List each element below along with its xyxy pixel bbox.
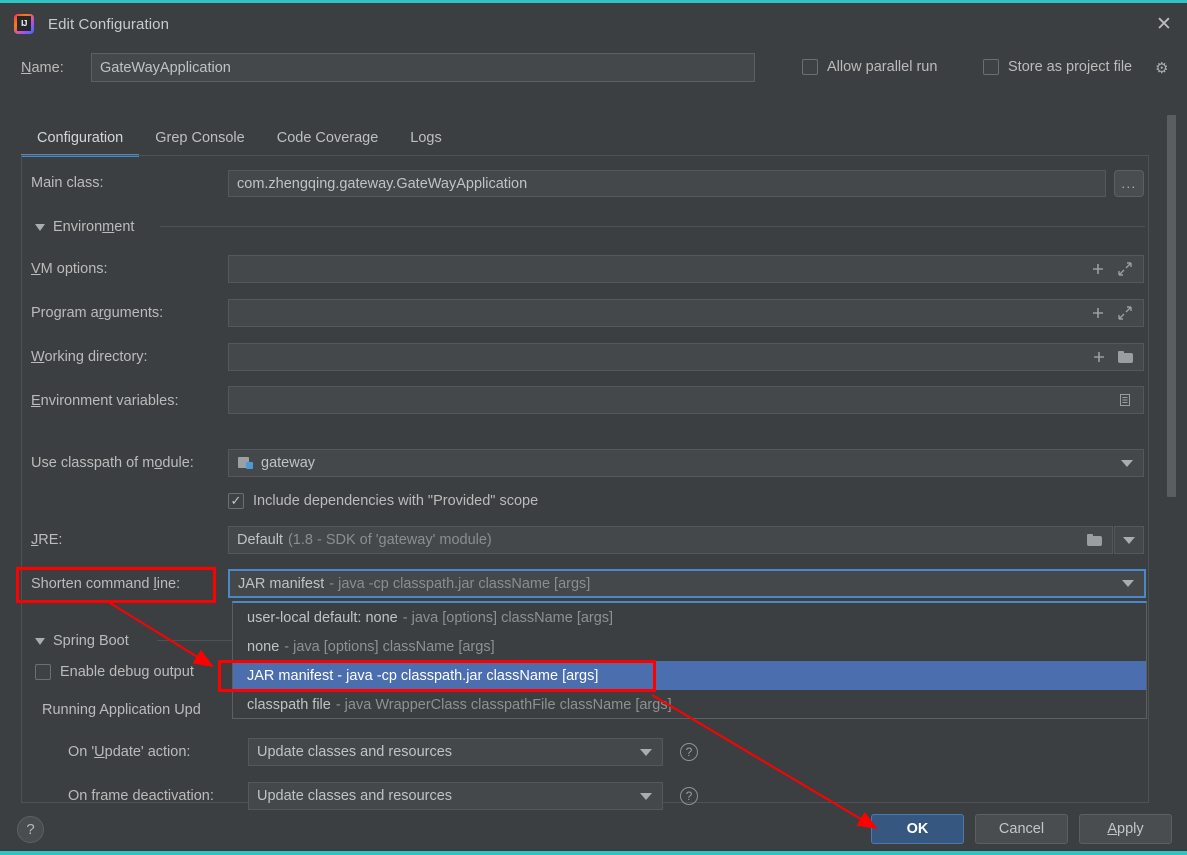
on-frame-deactivation-value: Update classes and resources bbox=[257, 788, 453, 804]
checkbox-box bbox=[802, 59, 818, 75]
on-update-action-value: Update classes and resources bbox=[257, 744, 453, 760]
tab-configuration[interactable]: Configuration bbox=[21, 121, 140, 157]
environment-section-label: Environment bbox=[53, 219, 135, 235]
main-class-label: Main class: bbox=[31, 175, 104, 191]
jre-label: JRE: bbox=[31, 532, 63, 548]
shorten-command-line-hint: - java -cp classpath.jar className [args… bbox=[329, 575, 591, 592]
jre-combo[interactable]: Default (1.8 - SDK of 'gateway' module) bbox=[228, 526, 1113, 554]
help-icon[interactable]: ? bbox=[680, 787, 698, 805]
module-icon bbox=[238, 456, 254, 470]
shorten-command-line-value: JAR manifest bbox=[238, 575, 325, 592]
dropdown-option-none[interactable]: none - java [options] className [args] bbox=[233, 632, 1146, 661]
working-directory-label: Working directory: bbox=[31, 349, 148, 365]
allow-parallel-run-label: Allow parallel run bbox=[827, 59, 938, 75]
environment-section-header[interactable]: Environment bbox=[35, 219, 134, 235]
dropdown-option-jar-manifest[interactable]: JAR manifest - java -cp classpath.jar cl… bbox=[233, 661, 1146, 690]
plus-icon[interactable] bbox=[1090, 305, 1106, 321]
on-frame-deactivation-combo[interactable]: Update classes and resources bbox=[248, 782, 663, 810]
spring-boot-section-label: Spring Boot bbox=[53, 633, 129, 649]
enable-debug-output-label: Enable debug output bbox=[60, 664, 194, 680]
tab-bar: Configuration Grep Console Code Coverage… bbox=[0, 121, 1187, 157]
spring-boot-divider bbox=[157, 640, 232, 641]
ok-button[interactable]: OK bbox=[871, 814, 964, 844]
spring-boot-section-header[interactable]: Spring Boot bbox=[35, 633, 129, 649]
allow-parallel-run-checkbox[interactable]: Allow parallel run bbox=[802, 59, 937, 75]
on-update-action-label: On 'Update' action: bbox=[68, 744, 191, 760]
close-icon[interactable]: ✕ bbox=[1141, 3, 1187, 45]
jre-value: Default bbox=[237, 532, 283, 548]
vm-options-field[interactable] bbox=[228, 255, 1144, 283]
plus-icon[interactable] bbox=[1091, 349, 1107, 365]
working-directory-field[interactable] bbox=[228, 343, 1144, 371]
main-class-browse-button[interactable]: ... bbox=[1114, 170, 1144, 197]
plus-icon[interactable] bbox=[1090, 261, 1106, 277]
help-button[interactable]: ? bbox=[17, 816, 44, 843]
dropdown-option-user-local-default[interactable]: user-local default: none - java [options… bbox=[233, 603, 1146, 632]
environment-variables-label: Environment variables: bbox=[31, 393, 179, 409]
option-hint: - java [options] className [args] bbox=[402, 609, 614, 626]
scrollbar-thumb[interactable] bbox=[1167, 115, 1176, 497]
main-class-field[interactable]: com.zhengqing.gateway.GateWayApplication bbox=[228, 170, 1106, 197]
option-label: classpath file bbox=[247, 696, 331, 713]
on-frame-deactivation-label: On frame deactivation: bbox=[68, 788, 214, 804]
dropdown-option-classpath-file[interactable]: classpath file - java WrapperClass class… bbox=[233, 690, 1146, 719]
include-provided-scope-label: Include dependencies with "Provided" sco… bbox=[253, 493, 539, 509]
shorten-command-line-label: Shorten command line: bbox=[31, 576, 181, 592]
name-input[interactable] bbox=[91, 53, 755, 82]
expand-icon[interactable] bbox=[1117, 261, 1133, 277]
store-as-project-file-label: Store as project file bbox=[1008, 59, 1133, 75]
tab-logs[interactable]: Logs bbox=[394, 121, 457, 157]
intellij-idea-logo-icon bbox=[14, 14, 34, 34]
shorten-command-line-combo[interactable]: JAR manifest - java -cp classpath.jar cl… bbox=[228, 569, 1146, 598]
option-hint: - java WrapperClass classpathFile classN… bbox=[335, 696, 672, 713]
option-label: none bbox=[247, 638, 280, 655]
vm-options-label: VM options: bbox=[31, 261, 108, 277]
chevron-down-icon bbox=[640, 748, 652, 756]
chevron-down-icon bbox=[35, 637, 45, 645]
chevron-down-icon bbox=[1122, 580, 1134, 587]
apply-button[interactable]: Apply bbox=[1079, 814, 1172, 844]
title-bar: Edit Configuration ✕ bbox=[0, 3, 1187, 45]
tab-grep-console[interactable]: Grep Console bbox=[139, 121, 260, 157]
jre-dropdown-button[interactable] bbox=[1114, 526, 1144, 554]
shorten-command-line-dropdown-list[interactable]: user-local default: none - java [options… bbox=[232, 601, 1147, 719]
option-hint: - java [options] className [args] bbox=[284, 638, 495, 655]
name-row: Name: Allow parallel run Store as projec… bbox=[0, 53, 1187, 87]
page-title: Edit Configuration bbox=[48, 15, 170, 33]
chevron-down-icon bbox=[35, 223, 45, 231]
option-label: user-local default: none bbox=[247, 609, 398, 626]
include-provided-scope-checkbox[interactable]: Include dependencies with "Provided" sco… bbox=[228, 493, 538, 509]
checkbox-box bbox=[35, 664, 51, 680]
list-icon[interactable] bbox=[1117, 392, 1133, 408]
environment-divider bbox=[160, 226, 1145, 227]
running-application-update-policies-label: Running Application Upd bbox=[42, 702, 201, 718]
tab-code-coverage[interactable]: Code Coverage bbox=[261, 121, 395, 157]
cancel-button[interactable]: Cancel bbox=[975, 814, 1068, 844]
use-classpath-of-module-combo[interactable]: gateway bbox=[228, 449, 1144, 477]
chevron-down-icon bbox=[640, 792, 652, 800]
program-arguments-field[interactable] bbox=[228, 299, 1144, 327]
enable-debug-output-checkbox[interactable]: Enable debug output bbox=[35, 664, 194, 680]
store-as-project-file-checkbox[interactable]: Store as project file bbox=[983, 59, 1132, 75]
folder-icon[interactable] bbox=[1118, 351, 1133, 363]
jre-hint: (1.8 - SDK of 'gateway' module) bbox=[287, 532, 492, 548]
environment-variables-field[interactable] bbox=[228, 386, 1144, 414]
chevron-down-icon bbox=[1121, 459, 1133, 467]
gear-icon[interactable]: ⚙ bbox=[1155, 61, 1170, 76]
edit-configuration-dialog: Edit Configuration ✕ Name: Allow paralle… bbox=[0, 0, 1187, 855]
option-label: JAR manifest - java -cp classpath.jar cl… bbox=[247, 667, 599, 684]
expand-icon[interactable] bbox=[1117, 305, 1133, 321]
help-icon[interactable]: ? bbox=[680, 743, 698, 761]
main-class-value: com.zhengqing.gateway.GateWayApplication bbox=[237, 175, 528, 192]
use-classpath-of-module-value: gateway bbox=[261, 455, 316, 471]
checkbox-box bbox=[228, 493, 244, 509]
name-label: Name: bbox=[21, 60, 64, 76]
checkbox-box bbox=[983, 59, 999, 75]
on-update-action-combo[interactable]: Update classes and resources bbox=[248, 738, 663, 766]
folder-icon[interactable] bbox=[1087, 534, 1102, 546]
program-arguments-label: Program arguments: bbox=[31, 305, 164, 321]
use-classpath-of-module-label: Use classpath of module: bbox=[31, 455, 194, 471]
chevron-down-icon bbox=[1123, 536, 1135, 544]
